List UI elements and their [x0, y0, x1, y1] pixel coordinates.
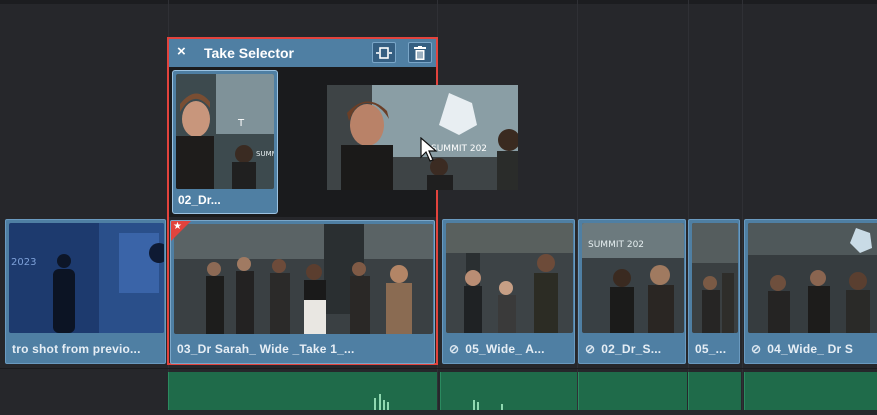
trash-icon — [414, 46, 426, 60]
trim-button[interactable] — [372, 42, 396, 63]
audio-clip[interactable] — [744, 372, 877, 410]
clip-label-text: 04_Wide_ Dr S — [767, 342, 854, 356]
grid-line — [742, 0, 743, 410]
audio-clip[interactable] — [578, 372, 687, 410]
thumb-summit-t: T — [237, 118, 245, 129]
alternate-take-label: 02_Dr... — [178, 193, 221, 207]
clip-thumbnail: SUMMIT 202 — [582, 223, 684, 333]
clip-label: tro shot from previo... — [12, 342, 141, 356]
audio-clip[interactable] — [168, 372, 437, 410]
audio-waveform — [473, 400, 503, 410]
timeline-clip-intro[interactable]: 2023 tro shot from previo... — [5, 219, 166, 364]
intro-thumb-text: 2023 — [11, 257, 36, 268]
timeline-clip-05[interactable]: 05_... — [688, 219, 740, 364]
trim-icon — [376, 47, 392, 59]
clip-thumbnail — [692, 223, 738, 333]
star-icon: ★ — [173, 221, 182, 232]
take-selector-header: × Take Selector — [169, 39, 436, 67]
clip-label-text: 05_Wide_ A... — [465, 342, 545, 356]
delete-take-button[interactable] — [408, 42, 432, 63]
thumb-summit-abbr: SUMM — [256, 150, 274, 158]
clip-label: ⊘ 02_Dr_S... — [585, 342, 681, 356]
selected-take-label: 03_Dr Sarah_ Wide _Take 1_... — [177, 342, 355, 356]
link-icon: ⊘ — [751, 342, 762, 356]
clip-thumbnail — [748, 223, 877, 333]
thumb-summit-text: SUMMIT 202 — [588, 240, 644, 250]
close-icon[interactable]: × — [177, 43, 186, 60]
timeline-clip-02-dr-s[interactable]: SUMMIT 202 ⊘ 02_Dr_S... — [578, 219, 686, 364]
clip-thumbnail: 2023 — [9, 223, 164, 333]
take-selector-title: Take Selector — [204, 45, 295, 61]
timeline-clip-05-wide[interactable]: ⊘ 05_Wide_ A... — [442, 219, 575, 364]
audio-clip[interactable] — [440, 372, 577, 410]
alternate-take-clip[interactable]: T SUMM 02_Dr... — [172, 70, 278, 214]
audio-clip[interactable] — [688, 372, 741, 410]
link-icon: ⊘ — [449, 342, 460, 356]
clip-thumbnail — [446, 223, 573, 333]
link-icon: ⊘ — [585, 342, 596, 356]
selected-take-thumbnail — [174, 224, 433, 334]
clip-label-text: 02_Dr_S... — [601, 342, 662, 356]
timeline-clip-04-wide[interactable]: ⊘ 04_Wide_ Dr S — [744, 219, 877, 364]
clip-label: 05_... — [695, 342, 727, 356]
clip-label: ⊘ 05_Wide_ A... — [449, 342, 570, 356]
selected-take-clip[interactable]: ★ 03_Dr Sarah_ Wide _Take 1_... — [170, 220, 435, 364]
audio-waveform — [374, 394, 389, 410]
timeline-top-bar — [0, 0, 877, 4]
mouse-cursor-icon — [420, 137, 438, 162]
clip-label: ⊘ 04_Wide_ Dr S — [751, 342, 873, 356]
alternate-take-thumbnail: T SUMM — [176, 74, 274, 189]
track-divider — [0, 368, 877, 369]
